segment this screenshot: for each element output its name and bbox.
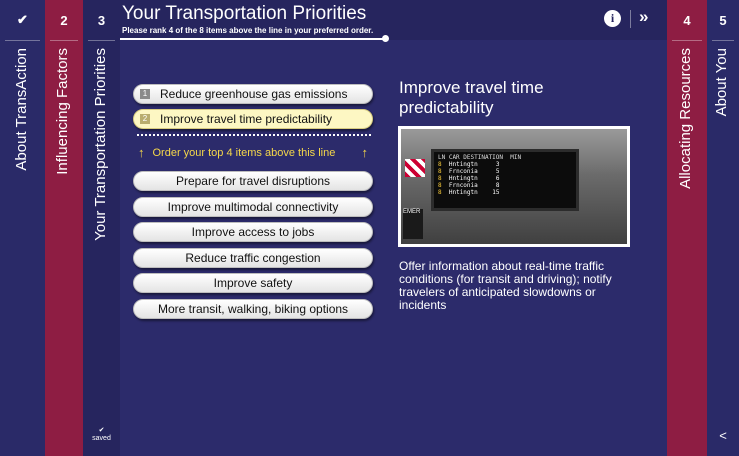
arrow-up-icon: ↑ xyxy=(361,145,369,160)
saved-indicator: ✔ saved xyxy=(83,427,120,443)
step-label: About You xyxy=(713,48,730,117)
warning-stripe xyxy=(405,159,425,177)
step-about-transaction[interactable]: ✔ About TransAction xyxy=(0,0,45,456)
detail-description: Offer information about real-time traffi… xyxy=(399,259,612,312)
arrival-display: LN CAR DESTINATION MIN 8 Hntingtn 3 8 Fr… xyxy=(431,149,579,211)
step-number: 2 xyxy=(60,12,68,28)
display-row: 8 Frnconia 5 xyxy=(438,168,500,175)
step-number: 5 xyxy=(719,12,727,28)
rank-badge: 1 xyxy=(140,89,150,99)
page-subtitle: Please rank 4 of the 8 items above the l… xyxy=(122,26,374,35)
step-label: About TransAction xyxy=(12,48,30,171)
detail-title: Improve travel time predictability xyxy=(399,78,544,117)
detail-photo: EMER LN CAR DESTINATION MIN 8 Hntingtn 3… xyxy=(398,126,630,247)
emergency-sign: EMER xyxy=(403,209,423,239)
priority-label: Reduce greenhouse gas emissions xyxy=(160,87,348,101)
progress-line xyxy=(120,38,386,40)
divider xyxy=(88,40,115,41)
main-panel: Your Transportation Priorities Please ra… xyxy=(120,0,667,456)
step-label: Influencing Factors xyxy=(54,48,71,175)
header: Your Transportation Priorities Please ra… xyxy=(120,0,667,42)
step-transportation-priorities[interactable]: 3 Your Transportation Priorities ✔ saved xyxy=(83,0,120,456)
step-influencing-factors[interactable]: 2 Influencing Factors xyxy=(45,0,83,456)
priority-item[interactable]: Improve access to jobs xyxy=(133,222,373,242)
divider xyxy=(5,40,40,41)
divider xyxy=(672,40,702,41)
priority-item[interactable]: Improve safety xyxy=(133,273,373,293)
divider xyxy=(50,40,78,41)
display-row: 8 Hntingtn 6 xyxy=(438,175,500,182)
step-about-you[interactable]: 5 About You < xyxy=(707,0,739,456)
saved-label: saved xyxy=(92,435,111,442)
display-row: 8 Hntingtn 15 xyxy=(438,189,500,196)
step-number: 4 xyxy=(683,12,691,28)
page-title: Your Transportation Priorities xyxy=(122,3,367,24)
order-hint-text: Order your top 4 items above this line xyxy=(152,146,336,159)
info-icon[interactable]: i xyxy=(604,10,621,27)
priority-item[interactable]: Improve multimodal connectivity xyxy=(133,197,373,217)
display-row: 8 Hntingtn 3 xyxy=(438,161,500,168)
divider xyxy=(712,40,734,41)
step-label: Your Transportation Priorities xyxy=(91,48,109,241)
priority-item[interactable]: Reduce traffic congestion xyxy=(133,248,373,268)
priority-label: Improve travel time predictability xyxy=(160,112,333,126)
display-header: LN CAR DESTINATION MIN xyxy=(438,154,522,161)
divider xyxy=(630,10,631,28)
check-icon: ✔ xyxy=(98,427,105,434)
priority-item-ranked[interactable]: 1 Reduce greenhouse gas emissions xyxy=(133,84,373,104)
step-allocating-resources[interactable]: 4 Allocating Resources xyxy=(667,0,707,456)
step-number: 3 xyxy=(97,12,106,28)
priority-item[interactable]: More transit, walking, biking options xyxy=(133,299,373,319)
priority-item[interactable]: Prepare for travel disruptions xyxy=(133,171,373,191)
step-check-icon: ✔ xyxy=(17,12,28,27)
order-hint: ↑ Order your top 4 items above this line… xyxy=(138,145,368,160)
step-label: Allocating Resources xyxy=(677,48,694,189)
priority-item-ranked-selected[interactable]: 2 Improve travel time predictability xyxy=(133,109,373,129)
next-icon[interactable]: » xyxy=(639,7,648,27)
rank-cutoff-line xyxy=(137,134,371,136)
share-icon[interactable]: < xyxy=(707,428,739,443)
rank-badge: 2 xyxy=(140,114,150,124)
photo-scene: EMER LN CAR DESTINATION MIN 8 Hntingtn 3… xyxy=(401,129,627,244)
progress-dot xyxy=(382,35,389,42)
display-row: 8 Frnconia 8 xyxy=(438,182,500,189)
